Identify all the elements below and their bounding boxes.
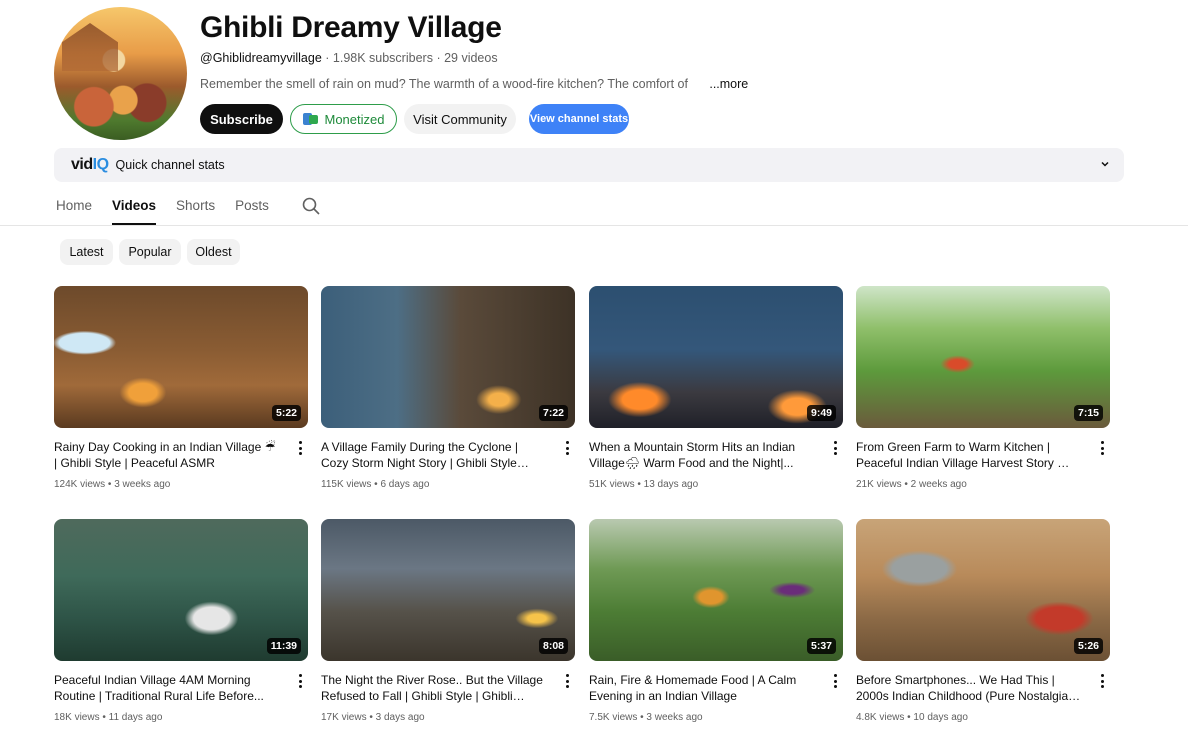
subscribe-button[interactable]: Subscribe: [200, 104, 283, 134]
video-meta: 124K views • 3 weeks ago: [54, 479, 171, 490]
more-link[interactable]: ...more: [709, 77, 748, 91]
vidiq-logo-main: vid: [71, 156, 93, 173]
video-views: 124K views: [54, 479, 106, 490]
tab-videos[interactable]: Videos: [112, 192, 157, 225]
video-duration: 8:08: [538, 638, 568, 654]
video-title[interactable]: When a Mountain Storm Hits an Indian Vil…: [589, 439, 814, 471]
video-thumbnail[interactable]: 7:22: [321, 286, 575, 428]
chip-popular[interactable]: Popular: [119, 239, 181, 265]
video-title[interactable]: From Green Farm to Warm Kitchen | Peacef…: [856, 439, 1081, 471]
video-age: 2 weeks ago: [910, 479, 967, 490]
channel-description[interactable]: Remember the smell of rain on mud? The w…: [200, 77, 748, 91]
more-options-icon[interactable]: [564, 674, 570, 690]
video-title[interactable]: Rain, Fire & Homemade Food | A Calm Even…: [589, 672, 814, 704]
video-thumbnail[interactable]: 5:26: [856, 519, 1110, 661]
meta-separator: ·: [325, 51, 333, 65]
more-options-icon[interactable]: [297, 674, 303, 690]
video-views: 21K views: [856, 479, 902, 490]
vidiq-logo: vidIQ: [71, 156, 109, 174]
video-thumbnail[interactable]: 7:15: [856, 286, 1110, 428]
video-card[interactable]: 9:49 When a Mountain Storm Hits an India…: [589, 286, 843, 490]
description-text: Remember the smell of rain on mud? The w…: [200, 77, 688, 91]
meta-separator: ·: [436, 51, 445, 65]
video-meta: 7.5K views • 3 weeks ago: [589, 712, 703, 723]
video-card[interactable]: 11:39 Peaceful Indian Village 4AM Mornin…: [54, 519, 308, 723]
video-views: 17K views: [321, 712, 367, 723]
video-thumbnail[interactable]: 9:49: [589, 286, 843, 428]
video-duration: 5:26: [1073, 638, 1103, 654]
description-fade: [691, 77, 701, 91]
monetized-label: Monetized: [324, 111, 385, 127]
video-age: 3 weeks ago: [646, 712, 703, 723]
more-options-icon[interactable]: [1099, 674, 1105, 690]
vidiq-quick-stats-bar[interactable]: vidIQ Quick channel stats: [54, 148, 1124, 182]
video-age: 13 days ago: [643, 479, 699, 490]
chip-oldest[interactable]: Oldest: [187, 239, 240, 265]
video-title[interactable]: Before Smartphones... We Had This | 2000…: [856, 672, 1081, 704]
video-meta: 17K views • 3 days ago: [321, 712, 425, 723]
video-views: 51K views: [589, 479, 635, 490]
video-thumbnail[interactable]: 8:08: [321, 519, 575, 661]
video-meta: 115K views • 6 days ago: [321, 479, 430, 490]
search-icon[interactable]: [302, 197, 320, 215]
more-options-icon[interactable]: [832, 441, 838, 457]
video-duration: 5:22: [271, 405, 301, 421]
video-card[interactable]: 7:22 A Village Family During the Cyclone…: [321, 286, 575, 490]
video-age: 3 days ago: [375, 712, 425, 723]
video-age: 11 days ago: [108, 712, 163, 723]
video-thumbnail[interactable]: 5:37: [589, 519, 843, 661]
channel-handle: @Ghiblidreamyvillage: [200, 51, 322, 65]
video-duration: 7:22: [538, 405, 568, 421]
video-title[interactable]: Peaceful Indian Village 4AM Morning Rout…: [54, 672, 279, 704]
video-title[interactable]: Rainy Day Cooking in an Indian Village ☔…: [54, 439, 279, 471]
video-card[interactable]: 8:08 The Night the River Rose.. But the …: [321, 519, 575, 723]
video-card[interactable]: 5:22 Rainy Day Cooking in an Indian Vill…: [54, 286, 308, 490]
video-thumbnail[interactable]: 5:22: [54, 286, 308, 428]
channel-tabs: Home Videos Shorts Posts: [56, 192, 289, 225]
video-age: 6 days ago: [380, 479, 430, 490]
video-age: 10 days ago: [913, 712, 968, 723]
visit-community-button[interactable]: Visit Community: [404, 104, 516, 134]
video-meta: 21K views • 2 weeks ago: [856, 479, 967, 490]
vidiq-label: Quick channel stats: [115, 158, 225, 172]
video-views: 18K views: [54, 712, 100, 723]
video-duration: 7:15: [1073, 405, 1103, 421]
video-card[interactable]: 5:26 Before Smartphones... We Had This |…: [856, 519, 1110, 723]
video-meta: 18K views • 11 days ago: [54, 712, 163, 723]
tab-posts[interactable]: Posts: [235, 192, 269, 225]
tabs-divider: [0, 225, 1188, 226]
chip-latest[interactable]: Latest: [60, 239, 113, 265]
video-duration: 5:37: [806, 638, 836, 654]
vidiq-logo-accent: IQ: [92, 156, 109, 173]
tab-shorts[interactable]: Shorts: [176, 192, 215, 225]
video-thumbnail[interactable]: 11:39: [54, 519, 308, 661]
video-card[interactable]: 7:15 From Green Farm to Warm Kitchen | P…: [856, 286, 1110, 490]
more-options-icon[interactable]: [564, 441, 570, 457]
video-duration: 9:49: [806, 405, 836, 421]
video-count: 29 videos: [444, 51, 498, 65]
channel-avatar[interactable]: [54, 7, 187, 140]
more-options-icon[interactable]: [297, 441, 303, 457]
video-card[interactable]: 5:37 Rain, Fire & Homemade Food | A Calm…: [589, 519, 843, 723]
video-views: 4.8K views: [856, 712, 905, 723]
video-age: 3 weeks ago: [114, 479, 171, 490]
video-title[interactable]: A Village Family During the Cyclone | Co…: [321, 439, 546, 471]
more-options-icon[interactable]: [1099, 441, 1105, 457]
chevron-down-icon[interactable]: [1100, 159, 1110, 169]
channel-title: Ghibli Dreamy Village: [200, 11, 502, 44]
video-views: 7.5K views: [589, 712, 638, 723]
view-channel-stats-button[interactable]: View channel stats: [529, 104, 629, 134]
channel-meta: @Ghiblidreamyvillage · 1.98K subscribers…: [200, 51, 498, 65]
video-title[interactable]: The Night the River Rose.. But the Villa…: [321, 672, 546, 704]
monetized-icon: [302, 112, 319, 126]
video-meta: 4.8K views • 10 days ago: [856, 712, 968, 723]
tab-home[interactable]: Home: [56, 192, 92, 225]
video-views: 115K views: [321, 479, 372, 490]
more-options-icon[interactable]: [832, 674, 838, 690]
monetized-button[interactable]: Monetized: [290, 104, 397, 134]
video-meta: 51K views • 13 days ago: [589, 479, 699, 490]
video-duration: 11:39: [266, 638, 301, 654]
subscriber-count: 1.98K subscribers: [332, 51, 433, 65]
